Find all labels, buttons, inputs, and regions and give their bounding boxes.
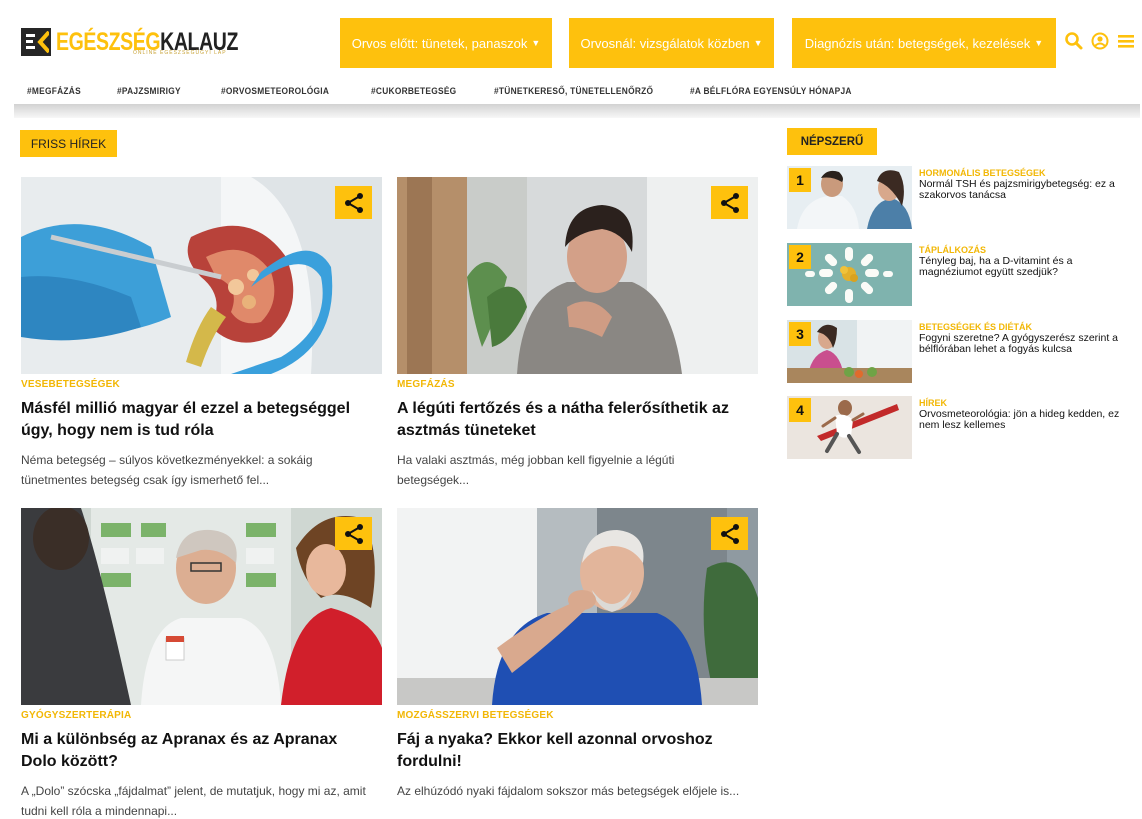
share-icon [720, 192, 739, 213]
nav-label: Orvosnál: vizsgálatok közben [580, 35, 750, 51]
article-category[interactable]: GYÓGYSZERTERÁPIA [21, 710, 131, 721]
logo-tagline: ONLINE EGÉSZSÉGÜGYI LAP [133, 50, 227, 56]
caret-down-icon: ▼ [1034, 38, 1044, 48]
popular-thumbnail[interactable]: 4 [787, 396, 912, 459]
popular-rank: 2 [789, 245, 811, 269]
popular-title[interactable]: Orvosmeteorológia: jön a hideg kedden, e… [919, 409, 1131, 431]
article-excerpt: Az elhúzódó nyaki fájdalom sokszor más b… [397, 784, 740, 798]
nav-after-diagnosis[interactable]: Diagnózis után: betegségek, kezelések ▼ [792, 18, 1056, 68]
popular-item[interactable]: 2 TÁPLÁLKOZÁS Tényleg baj, ha a D-vitami… [787, 243, 1132, 306]
article-title[interactable]: Mi a különbség az Apranax és az Apranax … [21, 729, 376, 773]
site-header: EGÉSZSÉGKALAUZ ONLINE EGÉSZSÉGÜGYI LAP O… [0, 0, 1142, 80]
popular-item[interactable]: 4 HÍREK Orvosmeteorológia: jön a hideg k… [787, 396, 1132, 459]
popular-title[interactable]: Normál TSH és pajzsmirigybetegség: ez a … [919, 179, 1131, 201]
article-image[interactable] [397, 177, 758, 374]
article-excerpt: A „Dolo” szócska „fájdalmat” jelent, de … [21, 784, 366, 818]
search-icon[interactable] [1064, 31, 1084, 51]
caret-down-icon: ▼ [753, 38, 763, 48]
nav-label: Diagnózis után: betegségek, kezelések [804, 35, 1031, 51]
tag-link[interactable]: #CUKORBETEGSÉG [371, 86, 456, 97]
article-image[interactable] [21, 177, 382, 374]
hamburger-icon[interactable] [1116, 31, 1136, 51]
popular-category[interactable]: BETEGSÉGEK ÉS DIÉTÁK [919, 322, 1032, 332]
tag-link[interactable]: #TÜNETKERESŐ, TÜNETELLENŐRZŐ [494, 86, 653, 97]
share-button[interactable] [711, 186, 748, 219]
article-category[interactable]: MEGFÁZÁS [397, 379, 455, 390]
popular-item[interactable]: 3 BETEGSÉGEK ÉS DIÉTÁK Fogyni szeretne? … [787, 320, 1132, 383]
article-image[interactable] [21, 508, 382, 705]
article-image[interactable] [397, 508, 758, 705]
share-button[interactable] [335, 517, 372, 550]
article-excerpt: Néma betegség – súlyos következményekkel… [21, 453, 313, 487]
popular-thumbnail[interactable]: 2 [787, 243, 912, 306]
popular-rank: 3 [789, 322, 811, 346]
popular-item[interactable]: 1 HORMONÁLIS BETEGSÉGEK Normál TSH és pa… [787, 166, 1132, 229]
popular-rank: 1 [789, 168, 811, 192]
share-icon [344, 523, 363, 544]
tag-link[interactable]: #ORVOSMETEOROLÓGIA [221, 86, 329, 97]
tag-link[interactable]: #A BÉLFLÓRA EGYENSÚLY HÓNAPJA [690, 86, 852, 97]
article-category[interactable]: VESEBETEGSÉGEK [21, 379, 120, 390]
article-title[interactable]: Fáj a nyaka? Ekkor kell azonnal orvoshoz… [397, 729, 752, 773]
popular-rank: 4 [789, 398, 811, 422]
popular-thumbnail[interactable]: 1 [787, 166, 912, 229]
popular-category[interactable]: HORMONÁLIS BETEGSÉGEK [919, 168, 1046, 178]
nav-before-doctor[interactable]: Orvos előtt: tünetek, panaszok ▼ [340, 18, 552, 68]
share-button[interactable] [711, 517, 748, 550]
user-icon[interactable] [1090, 31, 1110, 51]
article-excerpt: Ha valaki asztmás, még jobban kell figye… [397, 453, 675, 487]
section-label-news: FRISS HÍREK [20, 130, 117, 157]
nav-at-doctor[interactable]: Orvosnál: vizsgálatok közben ▼ [569, 18, 774, 68]
logo-mark-icon [21, 28, 51, 56]
tag-link[interactable]: #MEGFÁZÁS [27, 86, 81, 97]
header-tools [1064, 31, 1136, 51]
section-label-popular: NÉPSZERŰ [787, 128, 877, 155]
nav-label: Orvos előtt: tünetek, panaszok [351, 35, 528, 51]
article-category[interactable]: MOZGÁSSZERVI BETEGSÉGEK [397, 710, 554, 721]
caret-down-icon: ▼ [531, 38, 541, 48]
share-icon [720, 523, 739, 544]
header-shadow-divider [14, 104, 1140, 118]
article-title[interactable]: Másfél millió magyar él ezzel a betegség… [21, 398, 376, 442]
share-icon [344, 192, 363, 213]
hashtag-bar: #MEGFÁZÁS #PAJZSMIRIGY #ORVOSMETEOROLÓGI… [0, 80, 1142, 104]
popular-title[interactable]: Tényleg baj, ha a D-vitamint és a magnéz… [919, 256, 1131, 278]
share-button[interactable] [335, 186, 372, 219]
popular-thumbnail[interactable]: 3 [787, 320, 912, 383]
article-title[interactable]: A légúti fertőzés és a nátha felerősíthe… [397, 398, 752, 442]
popular-category[interactable]: TÁPLÁLKOZÁS [919, 245, 986, 255]
popular-title[interactable]: Fogyni szeretne? A gyógyszerész szerint … [919, 333, 1131, 355]
tag-link[interactable]: #PAJZSMIRIGY [117, 86, 181, 97]
popular-category[interactable]: HÍREK [919, 398, 947, 408]
